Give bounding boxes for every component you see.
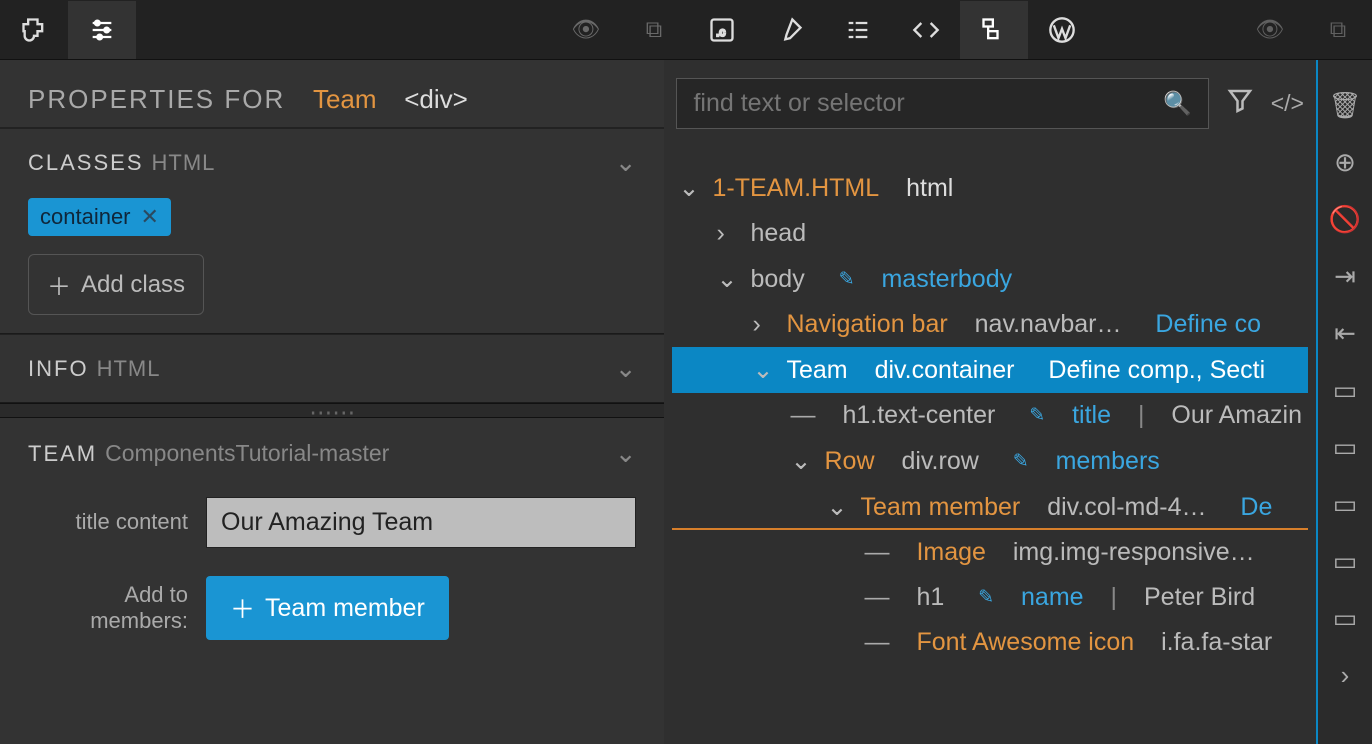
add-to-members-label: Add to members: <box>28 582 188 635</box>
topbar: 👁 ⧉ .c 👁 ⧉ <box>0 0 1372 60</box>
remove-class-icon[interactable]: ✕ <box>141 204 159 230</box>
svg-text:.c: .c <box>716 25 725 38</box>
pencil-icon[interactable]: ✎ <box>1013 450 1029 473</box>
dom-tree: ⌄1-TEAM.HTML html ›head ⌄body ✎ masterbo… <box>664 137 1316 744</box>
tree-node-team[interactable]: ⌄Team div.container Define comp., Secti <box>672 347 1308 393</box>
box5-icon[interactable]: ▭ <box>1333 603 1358 634</box>
add-team-member-button[interactable]: ＋ Team member <box>206 576 449 640</box>
add-icon[interactable]: ⊕ <box>1334 147 1356 178</box>
tab-settings[interactable] <box>68 1 136 59</box>
toolbar-wordpress-icon[interactable] <box>1028 1 1096 59</box>
toolbar-copy2-icon[interactable]: ⧉ <box>1304 1 1372 59</box>
tree-node-fa[interactable]: — Font Awesome icon i.fa.fa-star <box>672 620 1308 665</box>
box4-icon[interactable]: ▭ <box>1333 546 1358 577</box>
plus-icon: ＋ <box>230 590 255 626</box>
class-tag-container[interactable]: container✕ <box>28 198 171 236</box>
toolbar-copy-icon[interactable]: ⧉ <box>620 1 688 59</box>
toolbar-css-icon[interactable]: .c <box>688 1 756 59</box>
pencil-icon[interactable]: ✎ <box>1029 404 1045 427</box>
toolbar-brush-icon[interactable] <box>756 1 824 59</box>
search-input[interactable] <box>693 89 1163 118</box>
tree-node-h1[interactable]: — h1.text-center ✎ title | Our Amazin <box>672 393 1308 438</box>
pencil-icon[interactable]: ✎ <box>839 268 855 291</box>
toolbar-list-icon[interactable] <box>824 1 892 59</box>
props-element-tag: <div> <box>404 84 468 114</box>
box2-icon[interactable]: ▭ <box>1333 432 1358 463</box>
props-element-name: Team <box>313 84 377 114</box>
tree-node-img[interactable]: — Image img.img-responsive… <box>672 530 1308 575</box>
chevron-right-icon[interactable]: › <box>1341 660 1350 691</box>
info-section: INFOHTML ⌄ <box>0 334 664 403</box>
toolbar-tree-icon[interactable] <box>960 1 1028 59</box>
toolbar-eye2-icon[interactable]: 👁 <box>1236 1 1304 59</box>
tree-node-nav[interactable]: ›Navigation bar nav.navbar… Define co <box>672 302 1308 347</box>
tab-plugins[interactable] <box>0 1 68 59</box>
search-icon[interactable]: 🔍 <box>1163 90 1192 117</box>
tree-action-sidebar: 🗑 ⊕ 🚫 ⇥ ⇤ ▭ ▭ ▭ ▭ ▭ › <box>1316 60 1372 744</box>
title-content-input[interactable] <box>206 497 636 548</box>
classes-header[interactable]: CLASSESHTML ⌄ <box>28 147 636 178</box>
toolbar-code-icon[interactable] <box>892 1 960 59</box>
filter-icon[interactable] <box>1225 86 1255 122</box>
search-box[interactable]: 🔍 <box>676 78 1208 129</box>
tree-node-file[interactable]: ⌄1-TEAM.HTML html <box>672 165 1308 211</box>
indent-right-icon[interactable]: ⇥ <box>1334 261 1356 292</box>
box3-icon[interactable]: ▭ <box>1333 489 1358 520</box>
tree-node-h1b[interactable]: — h1 ✎ name | Peter Bird <box>672 575 1308 620</box>
chevron-down-icon: ⌄ <box>615 147 637 178</box>
chevron-down-icon: ⌄ <box>615 438 637 469</box>
trash-icon[interactable]: 🗑 <box>1328 90 1361 121</box>
chevron-down-icon: ⌄ <box>615 353 637 384</box>
tree-node-head[interactable]: ›head <box>672 211 1308 256</box>
tree-panel: 🔍 </> ⌄1-TEAM.HTML html ›head ⌄body ✎ ma… <box>664 60 1372 744</box>
toolbar-eye-icon[interactable]: 👁 <box>552 1 620 59</box>
code-toggle-icon[interactable]: </> <box>1271 90 1304 117</box>
tree-node-team-member[interactable]: ⌄Team member div.col-md-4… De <box>672 484 1308 530</box>
info-header[interactable]: INFOHTML ⌄ <box>28 353 636 384</box>
team-component-panel: TEAMComponentsTutorial-master ⌄ title co… <box>0 418 664 660</box>
tree-node-body[interactable]: ⌄body ✎ masterbody <box>672 256 1308 302</box>
props-title: PROPERTIES FOR Team <div> <box>28 84 468 114</box>
box1-icon[interactable]: ▭ <box>1333 375 1358 406</box>
team-header[interactable]: TEAMComponentsTutorial-master ⌄ <box>28 438 636 469</box>
plus-icon: ＋ <box>47 267 71 302</box>
pencil-icon[interactable]: ✎ <box>978 586 994 609</box>
hide-icon[interactable]: 🚫 <box>1329 204 1361 235</box>
add-class-button[interactable]: ＋ Add class <box>28 254 204 315</box>
title-content-label: title content <box>28 509 188 535</box>
tree-node-row[interactable]: ⌄Row div.row ✎ members <box>672 438 1308 484</box>
panel-resize-handle[interactable] <box>0 403 664 418</box>
properties-panel: PROPERTIES FOR Team <div> CLASSESHTML ⌄ … <box>0 60 664 744</box>
indent-left-icon[interactable]: ⇤ <box>1334 318 1356 349</box>
classes-section: CLASSESHTML ⌄ container✕ ＋ Add class <box>0 128 664 334</box>
